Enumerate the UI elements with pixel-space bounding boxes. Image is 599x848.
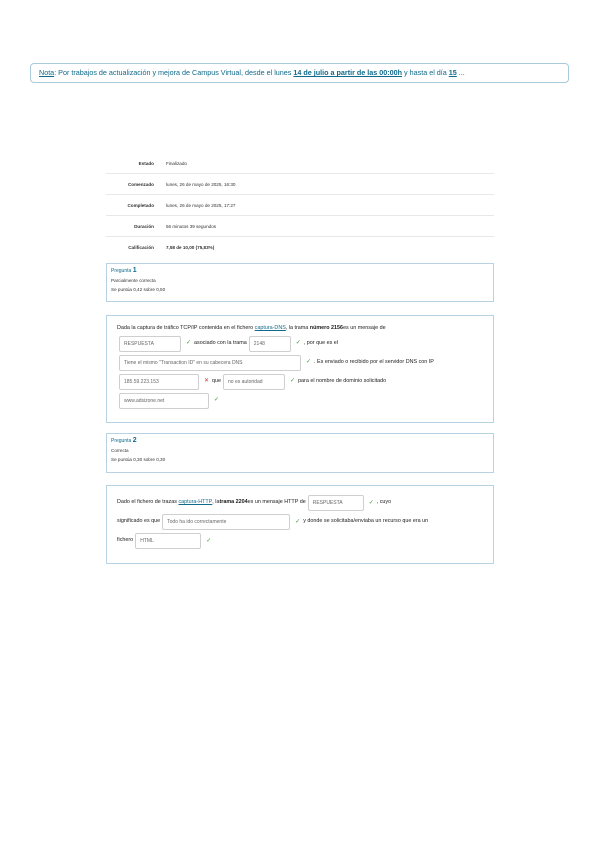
q2-answer-2[interactable]: Todo ha ido correctamente	[162, 514, 291, 530]
notice-label[interactable]: Nota	[39, 68, 54, 77]
q1-answer-5[interactable]: no es autoridad	[223, 373, 286, 390]
question-prefix: Pregunta	[111, 438, 132, 444]
question-num: 2	[132, 437, 137, 444]
q1-answer-4[interactable]: 185.59.223.153	[119, 373, 199, 390]
q1-text: asociado con la trama	[194, 339, 247, 346]
cross-icon: ✕	[204, 378, 210, 385]
question-1-number: Pregunta 1	[111, 267, 489, 274]
check-icon: ✓	[214, 397, 220, 404]
question-2-number: Pregunta 2	[111, 437, 489, 444]
q1-text: es un mensaje de	[343, 325, 386, 331]
question-1-info: Pregunta 1 Parcialmente correcta Se punt…	[106, 263, 494, 302]
question-prefix: Pregunta	[111, 268, 132, 274]
q1-text: , por que es el	[303, 339, 338, 346]
summary-row: Comenzado lunes, 26 de mayo de 2025, 16:3…	[106, 173, 494, 195]
summary-row: Calificación 7,58 de 10,00 (75,83%)	[106, 236, 494, 257]
summary-key: Completado	[106, 194, 158, 216]
captura-http-link[interactable]: captura-HTTP	[178, 499, 212, 507]
q2-text: significado es que	[117, 518, 161, 525]
summary-row: Duración 56 minutos 39 segundos	[106, 215, 494, 237]
q1-answer-3[interactable]: Tiene el mismo "Transaction ID" en su ca…	[119, 354, 301, 371]
summary-value: 7,58 de 10,00 (75,83%)	[158, 236, 494, 257]
check-icon: ✓	[290, 378, 296, 385]
question-1-status: Parcialmente correcta	[111, 278, 156, 283]
question-2-text: Dado el fichero de trazas captura-HTTP, …	[106, 485, 494, 564]
q1-text: . Es enviado o recibido por el servidor …	[314, 358, 434, 365]
attempt-summary-table: Estado Finalizado Comenzado lunes, 26 de m…	[106, 153, 494, 257]
q1-line-3: Tiene el mismo "Transaction ID" en su ca…	[117, 354, 483, 371]
q2-answer-3[interactable]: HTML	[135, 533, 202, 549]
question-num: 1	[132, 267, 137, 274]
notice-text-2: y hasta el día	[402, 68, 449, 77]
summary-value: Finalizado	[166, 160, 187, 166]
q1-answer-6[interactable]: www.adsizone.net	[119, 392, 209, 409]
maintenance-notice: Nota: Por trabajos de actualización y me…	[30, 63, 569, 83]
notice-text-1: : Por trabajos de actualización y mejora…	[54, 68, 294, 77]
q1-answer-2[interactable]: 2148	[248, 335, 291, 352]
q2-text: fichero	[117, 537, 134, 544]
summary-value: 56 minutos 39 segundos	[158, 215, 494, 237]
q2-text: , cuyo	[376, 499, 392, 506]
summary-key: Duración	[106, 215, 158, 237]
notice-date-link[interactable]: 14 de julio a partir de las 00:00h	[293, 68, 402, 77]
q1-text: para el nombre de dominio solicitado	[298, 377, 387, 384]
notice-day-link[interactable]: 15	[449, 68, 457, 77]
q1-line-4: 185.59.223.153 ✕ que no es autoridad ✓ par…	[117, 373, 483, 390]
q2-text: y donde se solicitaba/enviaba un recurso…	[303, 518, 429, 525]
q2-answer-1[interactable]: RESPUESTA	[307, 495, 364, 511]
q2-text: Dado el fichero de trazas	[117, 499, 177, 506]
check-icon: ✓	[295, 340, 301, 347]
q1-line-1: Dada la captura de tráfico TCP/IP conten…	[117, 325, 483, 333]
check-icon: ✓	[206, 537, 212, 544]
q1-bold: número 2156	[309, 325, 344, 331]
summary-value: lunes, 26 de mayo de 2025, 16:30	[158, 173, 494, 195]
notice-ellipsis: ...	[456, 68, 465, 77]
question-2-status: Correcta	[111, 448, 129, 453]
question-2-score: Se puntúa 0,30 sobre 0,30	[111, 457, 166, 462]
question-1-score: Se puntúa 0,42 sobre 0,50	[111, 287, 166, 292]
q1-line-5: www.adsizone.net ✓	[117, 392, 483, 409]
summary-row: Estado Finalizado	[106, 153, 494, 174]
q2-line-2: significado es que Todo ha ido correctam…	[117, 514, 483, 530]
q1-line-2: RESPUESTA ✓ asociado con la trama 2148 ✓ ,…	[117, 335, 483, 352]
summary-key: Comenzado	[106, 173, 158, 195]
summary-key: Estado	[138, 160, 154, 166]
summary-value: lunes, 26 de mayo de 2025, 17:27	[158, 194, 494, 216]
q1-text: , la trama	[285, 325, 309, 331]
question-1-text: Dada la captura de tráfico TCP/IP conten…	[106, 315, 494, 423]
captura-dns-link[interactable]: captura-DNS	[255, 325, 286, 333]
q1-text: Dada la captura de tráfico TCP/IP conten…	[117, 325, 254, 331]
q2-text: es un mensaje HTTP de	[247, 499, 306, 506]
check-icon: ✓	[186, 340, 192, 347]
q2-bold: trama 2204	[219, 499, 248, 506]
q1-answer-1[interactable]: RESPUESTA	[119, 335, 181, 352]
summary-row: Completado lunes, 26 de mayo de 2025, 17:…	[106, 194, 494, 216]
check-icon: ✓	[295, 518, 301, 525]
check-icon: ✓	[368, 499, 374, 506]
check-icon: ✓	[306, 359, 312, 366]
question-2-info: Pregunta 2 Correcta Se puntúa 0,30 sobre…	[106, 433, 494, 473]
q2-text: , la	[212, 499, 220, 506]
q2-line-1: Dado el fichero de trazas captura-HTTP, …	[117, 495, 483, 511]
q1-text: que	[212, 377, 222, 384]
summary-key: Calificación	[106, 236, 158, 257]
q2-line-3: fichero HTML ✓	[117, 533, 483, 549]
